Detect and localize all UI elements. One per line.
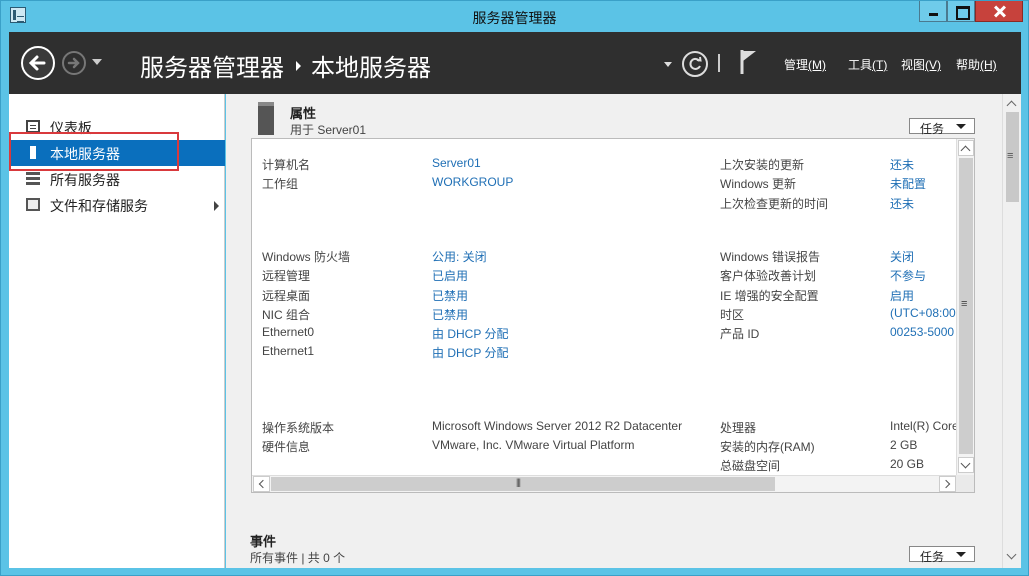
prop-key: 工作组: [262, 177, 299, 191]
annotation-highlight-box: [9, 132, 179, 171]
scroll-down-icon[interactable]: [958, 457, 974, 473]
file-storage-icon: [26, 198, 40, 211]
prop-ethernet0[interactable]: 由 DHCP 分配: [432, 325, 508, 342]
breadcrumb-current: 本地服务器: [311, 54, 431, 82]
prop-key: 总磁盘空间: [720, 459, 781, 473]
prop-key: Ethernet1: [262, 344, 315, 358]
scroll-up-icon[interactable]: [958, 140, 974, 156]
all-servers-icon: [26, 172, 40, 185]
prop-ceip[interactable]: 不参与: [890, 267, 926, 284]
scroll-right-icon[interactable]: [939, 476, 956, 492]
properties-tasks-button[interactable]: 任务: [909, 118, 975, 136]
menu-help[interactable]: 帮助(H): [956, 56, 997, 73]
sidebar-item-file-storage[interactable]: 文件和存储服务: [9, 192, 225, 218]
window-title: 服务器管理器: [472, 10, 557, 26]
prop-key: Windows 更新: [720, 177, 797, 191]
app-window: 服务器管理器 服务器管理器 本地服务器 管理(M) 工具(T) 视图(V) 帮助…: [0, 0, 1029, 576]
prop-workgroup[interactable]: WORKGROUP: [432, 175, 513, 189]
breadcrumb: 服务器管理器 本地服务器: [140, 48, 431, 83]
scrollbar-corner: [956, 475, 974, 492]
prop-nic-teaming[interactable]: 已禁用: [432, 306, 468, 323]
menu-manage[interactable]: 管理(M): [784, 56, 826, 73]
properties-title: 属性: [290, 107, 317, 122]
events-tasks-button[interactable]: 任务: [909, 546, 975, 564]
prop-key: 客户体验改善计划: [720, 269, 817, 283]
menu-view[interactable]: 视图(V): [901, 56, 941, 73]
prop-windows-update[interactable]: 未配置: [890, 175, 926, 192]
prop-remote-management[interactable]: 已启用: [432, 267, 468, 284]
server-icon: [258, 102, 274, 135]
events-title: 事件: [250, 535, 277, 550]
scroll-up-icon[interactable]: [1005, 96, 1019, 110]
prop-ethernet1[interactable]: 由 DHCP 分配: [432, 344, 508, 361]
chevron-right-icon: [296, 61, 301, 71]
prop-product-id[interactable]: 00253-5000: [890, 325, 954, 339]
prop-key: 远程桌面: [262, 289, 311, 303]
prop-key: 操作系统版本: [262, 421, 335, 435]
prop-key: 处理器: [720, 421, 757, 435]
notifications-flag-icon[interactable]: [740, 49, 758, 75]
scroll-thumb[interactable]: [271, 477, 775, 491]
prop-key: 安装的内存(RAM): [720, 440, 815, 454]
properties-subtitle: 用于 Server01: [290, 123, 367, 137]
prop-firewall[interactable]: 公用: 关闭: [432, 248, 487, 265]
expand-arrow-icon[interactable]: [214, 201, 219, 211]
prop-key: 时区: [720, 308, 745, 322]
prop-key: NIC 组合: [262, 308, 311, 322]
prop-timezone[interactable]: (UTC+08:00: [890, 306, 956, 320]
arrow-left-icon: [28, 55, 46, 71]
properties-vertical-scrollbar[interactable]: [956, 139, 974, 475]
prop-key: 上次检查更新的时间: [720, 197, 829, 211]
prop-remote-desktop[interactable]: 已禁用: [432, 287, 468, 304]
prop-ram: 2 GB: [890, 438, 918, 452]
breadcrumb-root[interactable]: 服务器管理器: [140, 54, 284, 82]
prop-key: IE 增强的安全配置: [720, 289, 819, 303]
maximize-button[interactable]: [947, 1, 975, 22]
events-subtitle: 所有事件 | 共 0 个: [250, 551, 346, 565]
prop-key: 产品 ID: [720, 327, 760, 341]
prop-hardware: VMware, Inc. VMware Virtual Platform: [432, 438, 635, 452]
back-button[interactable]: [21, 46, 55, 80]
refresh-icon: [689, 56, 702, 70]
close-button[interactable]: [975, 1, 1023, 22]
prop-error-reporting[interactable]: 关闭: [890, 248, 914, 265]
prop-os-version: Microsoft Windows Server 2012 R2 Datacen…: [432, 419, 683, 433]
properties-horizontal-scrollbar[interactable]: [252, 475, 956, 492]
minimize-button[interactable]: [919, 1, 947, 22]
prop-key: Windows 错误报告: [720, 250, 821, 264]
prop-last-check[interactable]: 还未: [890, 195, 914, 212]
scroll-down-icon[interactable]: [1005, 550, 1019, 564]
main-content: 属性 用于 Server01 任务 计算机名 Server01 工作组 WORK…: [226, 94, 1021, 568]
history-dropdown-icon[interactable]: [92, 59, 102, 65]
scroll-thumb[interactable]: [959, 158, 973, 454]
main-vertical-scrollbar[interactable]: [1002, 94, 1021, 568]
header-bar: 服务器管理器 本地服务器 管理(M) 工具(T) 视图(V) 帮助(H): [9, 32, 1021, 94]
prop-key: 上次安装的更新: [720, 158, 805, 172]
prop-key: Windows 防火墙: [262, 250, 351, 264]
prop-processor: Intel(R) Core: [890, 419, 959, 433]
prop-ie-esc[interactable]: 启用: [890, 287, 914, 304]
prop-key: 计算机名: [262, 158, 311, 172]
prop-computer-name[interactable]: Server01: [432, 156, 481, 170]
prop-key: Ethernet0: [262, 325, 315, 339]
forward-button[interactable]: [62, 51, 86, 75]
properties-panel: 计算机名 Server01 工作组 WORKGROUP Windows 防火墙 …: [251, 138, 975, 493]
scroll-thumb[interactable]: [1006, 112, 1019, 202]
chevron-down-icon[interactable]: [664, 62, 672, 67]
refresh-button[interactable]: [682, 51, 708, 77]
title-bar: 服务器管理器: [1, 1, 1028, 31]
scroll-left-icon[interactable]: [253, 476, 270, 492]
prop-key: 远程管理: [262, 269, 311, 283]
prop-last-installed-update[interactable]: 还未: [890, 156, 914, 173]
menu-tools[interactable]: 工具(T): [848, 56, 887, 73]
arrow-right-icon: [67, 57, 80, 69]
prop-key: 硬件信息: [262, 440, 311, 454]
header-divider: [718, 54, 720, 72]
prop-disk-space: 20 GB: [890, 457, 925, 471]
